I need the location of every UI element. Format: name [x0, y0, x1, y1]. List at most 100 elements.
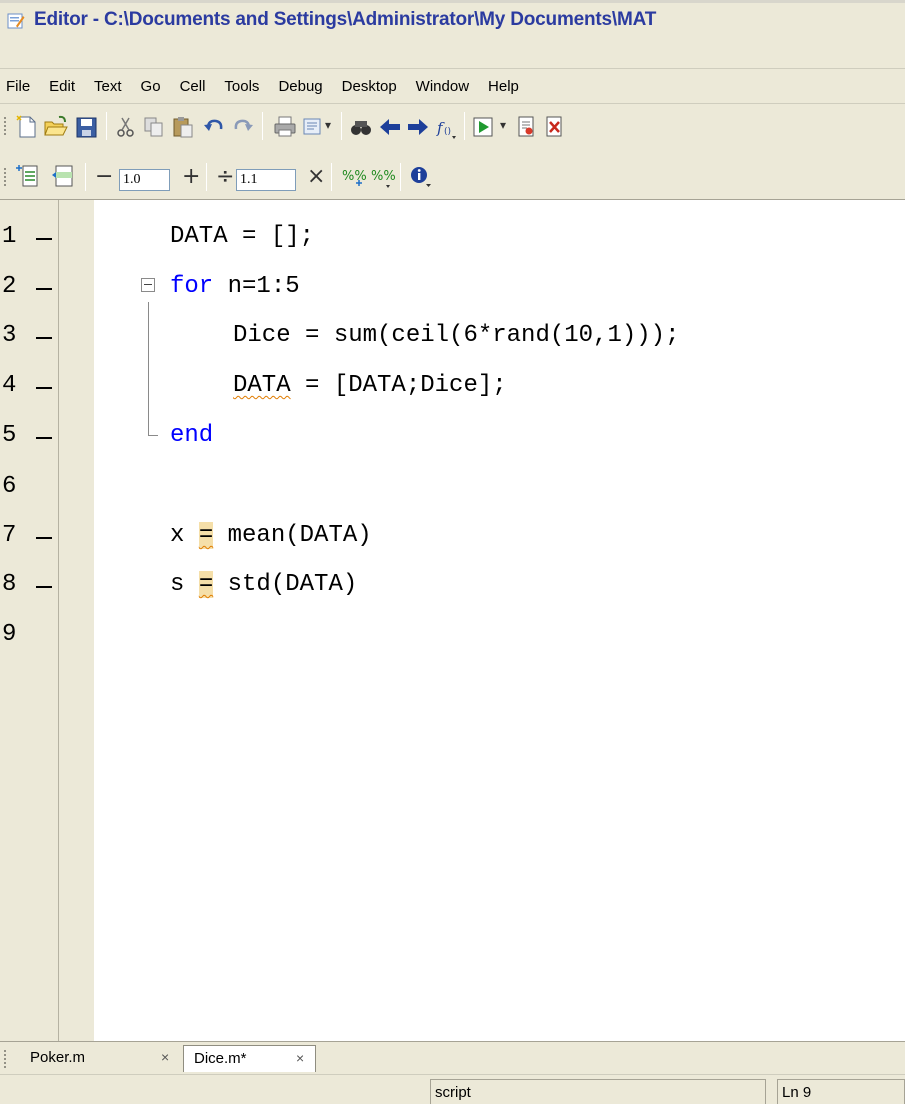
cell-toolbar: − 1.0 + ÷ 1.1 × %% %%	[0, 155, 905, 199]
redo-icon[interactable]	[230, 114, 256, 140]
cut-icon[interactable]	[113, 114, 139, 140]
line-number: 8	[2, 571, 17, 598]
menu-bar: File Edit Text Go Cell Tools Debug Deskt…	[0, 68, 905, 104]
forward-icon[interactable]	[405, 114, 431, 140]
warning-underline: DATA	[233, 372, 291, 399]
multiply-button[interactable]: ×	[307, 164, 325, 189]
decrement-value-field[interactable]: 1.0	[119, 169, 170, 191]
breakpoint-marker[interactable]	[36, 537, 52, 539]
code-editor[interactable]: 1 2 3 4 5 6 7 8 9 DATA = []; for n=1:5 D…	[0, 199, 905, 1042]
svg-text:(): ()	[444, 127, 451, 137]
code-text: Dice = sum(ceil(6*rand(10,1)));	[233, 322, 680, 349]
breakpoint-marker[interactable]	[36, 337, 52, 339]
breakpoint-marker[interactable]	[36, 387, 52, 389]
undo-icon[interactable]	[201, 114, 227, 140]
line-number-gutter: 1 2 3 4 5 6 7 8 9	[0, 200, 94, 1042]
breakpoint-clear-icon[interactable]	[543, 114, 569, 140]
menu-help[interactable]: Help	[488, 78, 519, 95]
run-icon[interactable]	[471, 114, 497, 140]
open-folder-icon[interactable]	[43, 114, 69, 140]
menu-desktop[interactable]: Desktop	[342, 78, 397, 95]
find-icon[interactable]	[348, 114, 374, 140]
publish-dropdown-icon[interactable]: ▾	[325, 118, 331, 132]
code-line-4: DATA = [DATA;Dice];	[233, 372, 507, 399]
decrement-button[interactable]: −	[95, 164, 113, 189]
keyword: for	[170, 273, 214, 300]
toolbar-separator	[464, 112, 465, 140]
back-icon[interactable]	[377, 114, 403, 140]
publish-icon[interactable]	[300, 114, 326, 140]
keyword: end	[170, 422, 214, 449]
menu-tools[interactable]: Tools	[224, 78, 259, 95]
print-icon[interactable]	[272, 114, 298, 140]
menu-window[interactable]: Window	[416, 78, 469, 95]
info-icon[interactable]	[408, 164, 434, 190]
menu-edit[interactable]: Edit	[49, 78, 75, 95]
close-icon[interactable]: ×	[296, 1046, 304, 1071]
code-line-5: end	[170, 422, 213, 449]
code-text: mean(DATA)	[213, 522, 372, 549]
toolbar-separator	[400, 163, 401, 191]
evaluate-cell-icon[interactable]	[50, 163, 76, 189]
run-dropdown-icon[interactable]: ▾	[500, 118, 506, 132]
tab-dice-m[interactable]: Dice.m* ×	[183, 1045, 316, 1072]
line-number: 9	[2, 621, 17, 648]
function-icon[interactable]: f ()	[435, 114, 461, 140]
code-line-8: s = std(DATA)	[170, 571, 357, 598]
code-line-3: Dice = sum(ceil(6*rand(10,1)));	[233, 322, 679, 349]
toolbar-separator	[206, 163, 207, 191]
document-tab-bar: Poker.m × Dice.m* ×	[0, 1041, 905, 1074]
code-fold-toggle[interactable]	[141, 278, 155, 292]
increment-button[interactable]: +	[182, 164, 200, 189]
toolbar-grip[interactable]	[3, 116, 7, 136]
tab-poker-m[interactable]: Poker.m ×	[22, 1045, 182, 1072]
tab-label: Dice.m*	[194, 1050, 247, 1067]
warning-highlight: =	[198, 571, 214, 598]
menu-text[interactable]: Text	[94, 78, 122, 95]
tab-label: Poker.m	[30, 1049, 86, 1066]
tabbar-grip[interactable]	[3, 1049, 7, 1069]
divide-button[interactable]: ÷	[216, 164, 234, 189]
code-text: x	[170, 522, 199, 549]
main-toolbar: ▾ f () ▾	[0, 104, 905, 148]
code-text: n=1:5	[213, 273, 300, 300]
toolbar-separator	[85, 163, 86, 191]
insert-cell-break-icon[interactable]	[14, 163, 40, 189]
line-number: 5	[2, 422, 17, 449]
svg-text:%%: %%	[371, 169, 395, 184]
menu-debug[interactable]: Debug	[278, 78, 322, 95]
breakpoint-marker[interactable]	[36, 586, 52, 588]
breakpoint-marker[interactable]	[36, 288, 52, 290]
code-text: DATA = [];	[170, 223, 315, 250]
toolbar-separator	[341, 112, 342, 140]
code-line-2: for n=1:5	[170, 273, 300, 300]
copy-icon[interactable]	[141, 114, 167, 140]
divide-value-field[interactable]: 1.1	[236, 169, 296, 191]
line-number: 7	[2, 522, 17, 549]
hide-cell-titles-icon[interactable]: %%	[369, 164, 395, 190]
warning-highlight: =	[198, 522, 214, 549]
code-text: std(DATA)	[213, 571, 358, 598]
breakpoint-marker[interactable]	[36, 238, 52, 240]
new-file-icon[interactable]	[14, 114, 40, 140]
line-number: 1	[2, 223, 17, 250]
paste-icon[interactable]	[170, 114, 196, 140]
line-number: 4	[2, 372, 17, 399]
svg-text:%%: %%	[342, 169, 366, 184]
menu-cell[interactable]: Cell	[180, 78, 206, 95]
breakpoint-set-icon[interactable]	[515, 114, 541, 140]
status-mode: script	[430, 1079, 766, 1104]
show-cell-titles-icon[interactable]: %%	[340, 164, 366, 190]
code-fold-guide	[148, 302, 149, 435]
line-number: 3	[2, 322, 17, 349]
close-icon[interactable]: ×	[161, 1045, 169, 1070]
menu-go[interactable]: Go	[141, 78, 161, 95]
breakpoint-marker[interactable]	[36, 437, 52, 439]
title-bar: Editor - C:\Documents and Settings\Admin…	[0, 0, 905, 36]
code-line-1: DATA = [];	[170, 223, 314, 250]
menu-file[interactable]: File	[6, 78, 30, 95]
save-icon[interactable]	[74, 114, 100, 140]
status-cursor-position: Ln 9	[777, 1079, 905, 1104]
toolbar-grip[interactable]	[3, 167, 7, 187]
editor-window: Editor - C:\Documents and Settings\Admin…	[0, 0, 905, 1104]
